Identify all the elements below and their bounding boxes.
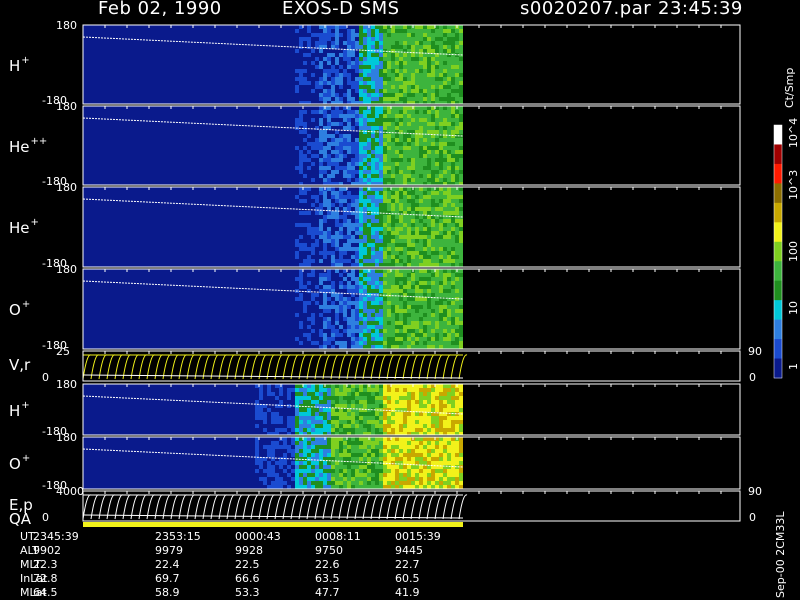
y-top-tick-1: 180	[56, 100, 77, 113]
panel-label-sup: +	[21, 54, 30, 66]
panel-label-base: H	[9, 401, 21, 420]
panel-label-0: H+	[9, 55, 30, 75]
y-top-tick-2: 180	[56, 181, 77, 194]
colorbar-segment	[774, 144, 782, 165]
colorbar-segment	[774, 300, 782, 321]
footer-cell: 22.4	[155, 558, 180, 571]
qa-bar	[83, 522, 463, 527]
colorbar-segment	[774, 280, 782, 301]
footer-cell: 9902	[33, 544, 61, 557]
right-top-tick-4: 90	[748, 345, 762, 358]
panel-label-4: V,r	[9, 356, 30, 374]
y-top-tick-4: 25	[56, 345, 70, 358]
y-top-tick-7: 4000	[56, 485, 84, 498]
colorbar-segment	[774, 125, 782, 145]
colorbar-label: 10^3	[787, 169, 800, 200]
y-bottom-tick-4: 0	[42, 371, 49, 384]
spectrogram-0	[83, 25, 463, 104]
panel-label-base: H	[9, 56, 21, 75]
panel-label-6: O+	[9, 453, 30, 473]
panel-label-base: He	[9, 137, 30, 156]
panel-label-sup: +	[21, 399, 30, 411]
footer-cell: 60.5	[395, 572, 420, 585]
footer-cell: 9979	[155, 544, 183, 557]
y-top-tick-0: 180	[56, 19, 77, 32]
right-bottom-tick-4: 0	[749, 371, 756, 384]
header-instrument: EXOS-D SMS	[282, 0, 400, 19]
y-top-tick-6: 180	[56, 431, 77, 444]
footer-cell: 9750	[315, 544, 343, 557]
colorbar-label: 100	[787, 241, 800, 262]
panel-label-sup: +	[21, 453, 31, 464]
panel-label-sup: +	[21, 299, 31, 310]
spectrogram-3	[83, 269, 463, 349]
panel-label-3: O+	[9, 299, 30, 319]
footer-cell: 53.3	[235, 586, 260, 599]
panel-label-2: He+	[9, 217, 39, 237]
footer-cell: 22.6	[315, 558, 340, 571]
panel-label-1: He++	[9, 136, 47, 156]
sms-plot: Feb 02, 1990 EXOS-D SMS s0020207.par 23:…	[0, 0, 800, 600]
footer-cell: 22.3	[33, 558, 58, 571]
footer-cell: 69.7	[155, 572, 180, 585]
spectrogram-1	[83, 106, 463, 185]
footer-cell: 2353:15	[155, 530, 201, 543]
colorbar-segment	[774, 358, 782, 379]
panel-label-sup: ++	[30, 135, 48, 147]
colorbar-segment	[774, 261, 782, 282]
colorbar-label: 10	[787, 301, 800, 315]
right-top-tick-7: 90	[748, 485, 762, 498]
footer-cell: 0015:39	[395, 530, 441, 543]
footer-cell: 0000:43	[235, 530, 281, 543]
footer-cell: 9445	[395, 544, 423, 557]
panel-label-sup: +	[30, 217, 39, 228]
footer-cell: 22.7	[395, 558, 420, 571]
panel-label-5: H+	[9, 400, 30, 420]
footer-cell: 66.6	[235, 572, 260, 585]
panel-label-base: He	[9, 219, 30, 237]
y-top-tick-3: 180	[56, 263, 77, 276]
spectrogram-5	[83, 384, 463, 435]
colorbar-label: 10^4	[787, 117, 800, 148]
footer-cell: 2345:39	[33, 530, 79, 543]
colorbar-label: 1	[787, 363, 800, 370]
spectrogram-2	[83, 187, 463, 267]
colorbar-segment	[774, 163, 782, 184]
footer-cell: 47.7	[315, 586, 340, 599]
colorbar-segment	[774, 339, 782, 360]
side-note: Sep-00 2CM33L	[774, 511, 787, 599]
header-file: s0020207.par	[520, 0, 652, 19]
footer-cell: 0008:11	[315, 530, 361, 543]
header-date: Feb 02, 1990	[98, 0, 222, 19]
footer-cell: 63.5	[315, 572, 340, 585]
panel-label-base: V,r	[9, 356, 31, 374]
colorbar-segment	[774, 241, 782, 262]
panel-label-base: O	[9, 455, 21, 473]
spectrogram-6	[83, 437, 463, 489]
footer-cell: 22.5	[235, 558, 260, 571]
footer-cell: 64.5	[33, 586, 58, 599]
y-top-tick-5: 180	[56, 378, 77, 391]
y-bottom-tick-7: 0	[42, 511, 49, 524]
footer-cell: 41.9	[395, 586, 420, 599]
footer-cell: 9928	[235, 544, 263, 557]
colorbar-unit: Ct/Smp	[783, 67, 796, 108]
colorbar-segment	[774, 319, 782, 340]
header-time: 23:45:39	[658, 0, 743, 19]
colorbar-segment	[774, 202, 782, 223]
plot-canvas	[82, 24, 783, 527]
right-bottom-tick-7: 0	[749, 511, 756, 524]
panel-label-base: O	[9, 301, 21, 319]
colorbar-segment	[774, 222, 782, 243]
colorbar-segment	[774, 183, 782, 204]
footer-cell: 58.9	[155, 586, 180, 599]
footer-cell: 72.8	[33, 572, 58, 585]
qa-label: QA	[9, 510, 32, 528]
